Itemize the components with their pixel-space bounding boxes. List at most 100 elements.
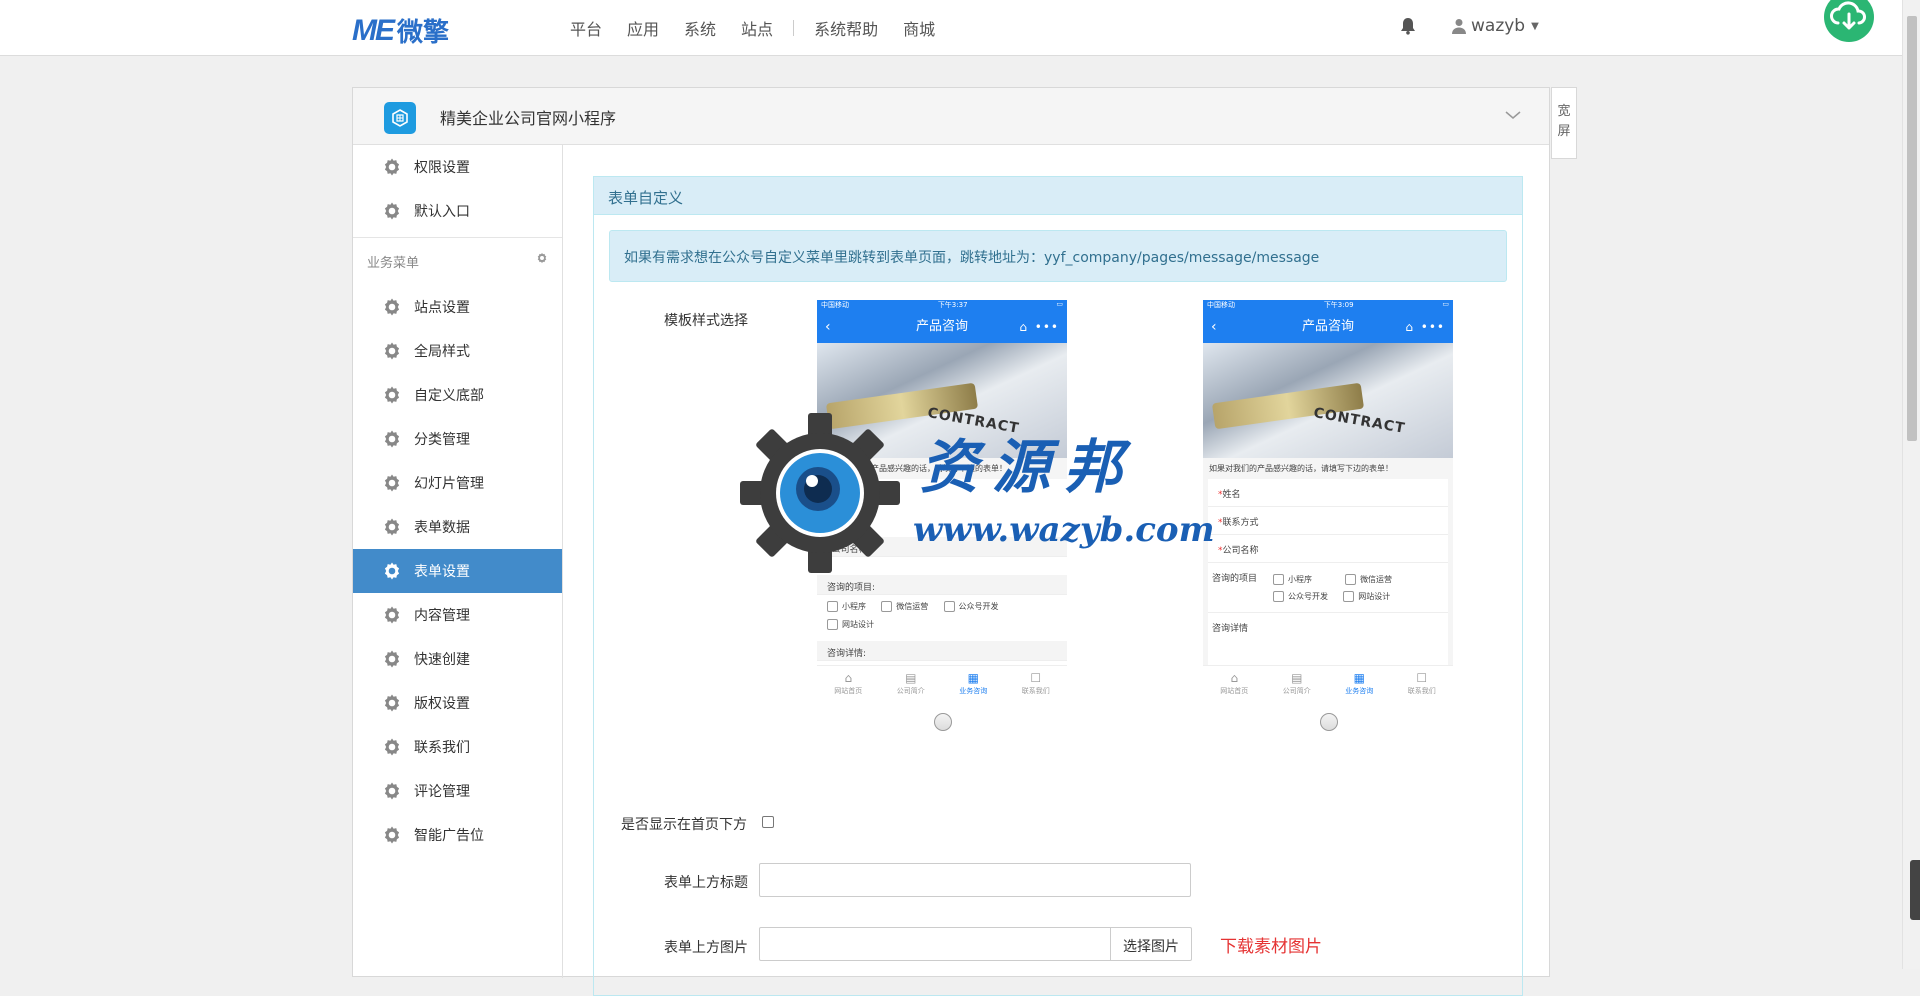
form-title-input[interactable] — [759, 863, 1191, 897]
sidebar-item-label: 全局样式 — [414, 344, 470, 360]
field-company: *公司名称 — [1208, 535, 1448, 563]
gear-icon — [384, 518, 400, 536]
sidebar-item-10[interactable]: 联系我们 — [353, 725, 562, 769]
form-image-input[interactable] — [759, 927, 1111, 961]
tab-contact: ☐ 联系我们 — [1021, 671, 1050, 695]
tab-home: ⌂ 网站首页 — [834, 671, 863, 695]
field-project: 咨询的项目: — [817, 575, 1067, 595]
bell-icon[interactable] — [1400, 17, 1416, 35]
battery-icon: ▭ — [1056, 300, 1063, 308]
download-assets-link[interactable]: 下载素材图片 — [1220, 932, 1322, 957]
sidebar-item-8[interactable]: 快速创建 — [353, 637, 562, 681]
sidebar-item-label: 默认入口 — [414, 204, 470, 220]
field-company: *公司名称: — [817, 537, 1067, 557]
username: wazyb — [1471, 16, 1526, 36]
sidebar-item-permissions[interactable]: 权限设置 — [353, 145, 562, 189]
sidebar-group-title: 业务菜单 — [367, 256, 420, 271]
phone-title: 产品咨询 — [915, 319, 968, 334]
nav-site[interactable]: 站点 — [741, 16, 773, 40]
sidebar-item-5[interactable]: 表单数据 — [353, 505, 562, 549]
tab-about: ▤ 公司简介 — [896, 671, 925, 695]
gear-icon[interactable] — [536, 252, 548, 264]
side-widget-tab[interactable] — [1910, 860, 1920, 920]
sidebar-item-6[interactable]: 表单设置 — [353, 549, 562, 593]
nav-divider — [793, 20, 795, 36]
nav-platform[interactable]: 平台 — [570, 16, 602, 40]
phone-nav-bar: ‹ 产品咨询 ⌂ ••• — [1203, 311, 1453, 343]
tab-home: ⌂ 网站首页 — [1220, 671, 1249, 695]
template-preview-2[interactable]: 中国移动 下午3:09 ▭ ‹ 产品咨询 ⌂ ••• CONTRACT 如果对我… — [1203, 300, 1453, 705]
logo[interactable]: ME 微擎 — [352, 12, 449, 49]
sidebar-item-9[interactable]: 版权设置 — [353, 681, 562, 725]
form-settings-panel: 表单自定义 如果有需求想在公众号自定义菜单里跳转到表单页面，跳转地址为：yyf_… — [593, 176, 1523, 996]
main-nav: 平台 应用 系统 站点 系统帮助 商城 — [570, 0, 960, 56]
sidebar-item-12[interactable]: 智能广告位 — [353, 813, 562, 857]
sidebar-item-0[interactable]: 站点设置 — [353, 285, 562, 329]
logo-text: 微擎 — [397, 18, 450, 48]
home-icon: ⌂ — [1019, 320, 1027, 334]
choose-image-button[interactable]: 选择图片 — [1110, 927, 1192, 961]
template-1-radio[interactable] — [934, 713, 952, 731]
sidebar-item-2[interactable]: 自定义底部 — [353, 373, 562, 417]
nav-store[interactable]: 商城 — [903, 16, 935, 40]
sidebar-item-label: 快速创建 — [414, 652, 470, 668]
sidebar-item-label: 联系我们 — [414, 740, 470, 756]
banner-image: CONTRACT — [1203, 343, 1453, 458]
nav-system[interactable]: 系统 — [684, 16, 716, 40]
chevron-down-icon[interactable] — [1505, 107, 1521, 123]
sidebar-item-label: 权限设置 — [414, 160, 470, 176]
show-below-checkbox[interactable] — [762, 816, 774, 828]
gear-icon — [384, 650, 400, 668]
carrier: 中国移动 — [821, 301, 849, 309]
gear-icon — [384, 474, 400, 492]
gear-icon — [384, 386, 400, 404]
form-gap — [817, 557, 1067, 575]
wide-screen-button[interactable]: 宽 屏 — [1551, 87, 1577, 159]
app-card: 精美企业公司官网小程序 权限设置 默认入口 业务菜单 站点设置全局样式自定义底部… — [352, 87, 1550, 996]
page-scrollbar[interactable] — [1902, 0, 1920, 969]
sidebar-item-7[interactable]: 内容管理 — [353, 593, 562, 637]
phone-nav-bar: ‹ 产品咨询 ⌂ ••• — [817, 311, 1067, 343]
sidebar-item-default-entry[interactable]: 默认入口 — [353, 189, 562, 233]
nav-apps[interactable]: 应用 — [627, 16, 659, 40]
template-style-label: 模板样式选择 — [664, 313, 748, 329]
sidebar-menu: 站点设置全局样式自定义底部分类管理幻灯片管理表单数据表单设置内容管理快速创建版权… — [353, 285, 562, 857]
sidebar-item-label: 内容管理 — [414, 608, 470, 624]
gear-icon — [384, 158, 400, 176]
caret-down-icon: ▼ — [1531, 20, 1539, 32]
sidebar-item-11[interactable]: 评论管理 — [353, 769, 562, 813]
tab-consult: ▦ 业务咨询 — [959, 671, 988, 695]
form-note: 如果对我们的产品感兴趣的话，请填写下边的表单！ — [817, 458, 1067, 479]
phone-time: 下午3:37 — [937, 301, 968, 309]
gear-icon — [384, 606, 400, 624]
more-icon: ••• — [1420, 320, 1445, 334]
sidebar-item-label: 站点设置 — [414, 300, 470, 316]
home-icon: ⌂ — [1405, 320, 1413, 334]
banner-image: CONTRACT — [817, 343, 1067, 458]
gear-icon — [384, 694, 400, 712]
carrier: 中国移动 — [1207, 301, 1235, 309]
sidebar-item-label: 表单数据 — [414, 520, 470, 536]
scroll-thumb[interactable] — [1907, 16, 1917, 441]
tab-contact: ☐ 联系我们 — [1407, 671, 1436, 695]
template-2-radio[interactable] — [1320, 713, 1338, 731]
template-preview-1[interactable]: 中国移动 下午3:37 ▭ ‹ 产品咨询 ⌂ ••• CONTRACT 如果对我… — [817, 300, 1067, 705]
sidebar-item-label: 分类管理 — [414, 432, 470, 448]
nav-help[interactable]: 系统帮助 — [814, 16, 878, 40]
user-menu[interactable]: wazyb ▼ — [1452, 16, 1539, 36]
back-icon: ‹ — [825, 319, 831, 335]
back-icon: ‹ — [1211, 319, 1217, 335]
gear-icon — [384, 342, 400, 360]
field-project: 咨询的项目 小程序 微信运营 公众号开发 网站设计 — [1208, 563, 1448, 613]
app-title: 精美企业公司官网小程序 — [440, 109, 617, 128]
form-note: 如果对我们的产品感兴趣的话，请填写下边的表单！ — [1203, 458, 1453, 479]
battery-icon: ▭ — [1442, 300, 1449, 308]
top-navbar: ME 微擎 平台 应用 系统 站点 系统帮助 商城 wazyb ▼ — [0, 0, 1902, 56]
gear-icon — [384, 782, 400, 800]
sidebar-item-3[interactable]: 分类管理 — [353, 417, 562, 461]
form-body: *姓名 *联系方式 *公司名称 咨询的项目 小程序 微信运营 公众号开发 网站设… — [1203, 479, 1453, 693]
sidebar-item-4[interactable]: 幻灯片管理 — [353, 461, 562, 505]
sidebar-item-1[interactable]: 全局样式 — [353, 329, 562, 373]
field-name: *姓名 — [1208, 479, 1448, 507]
cloud-download-icon[interactable] — [1824, 0, 1874, 42]
